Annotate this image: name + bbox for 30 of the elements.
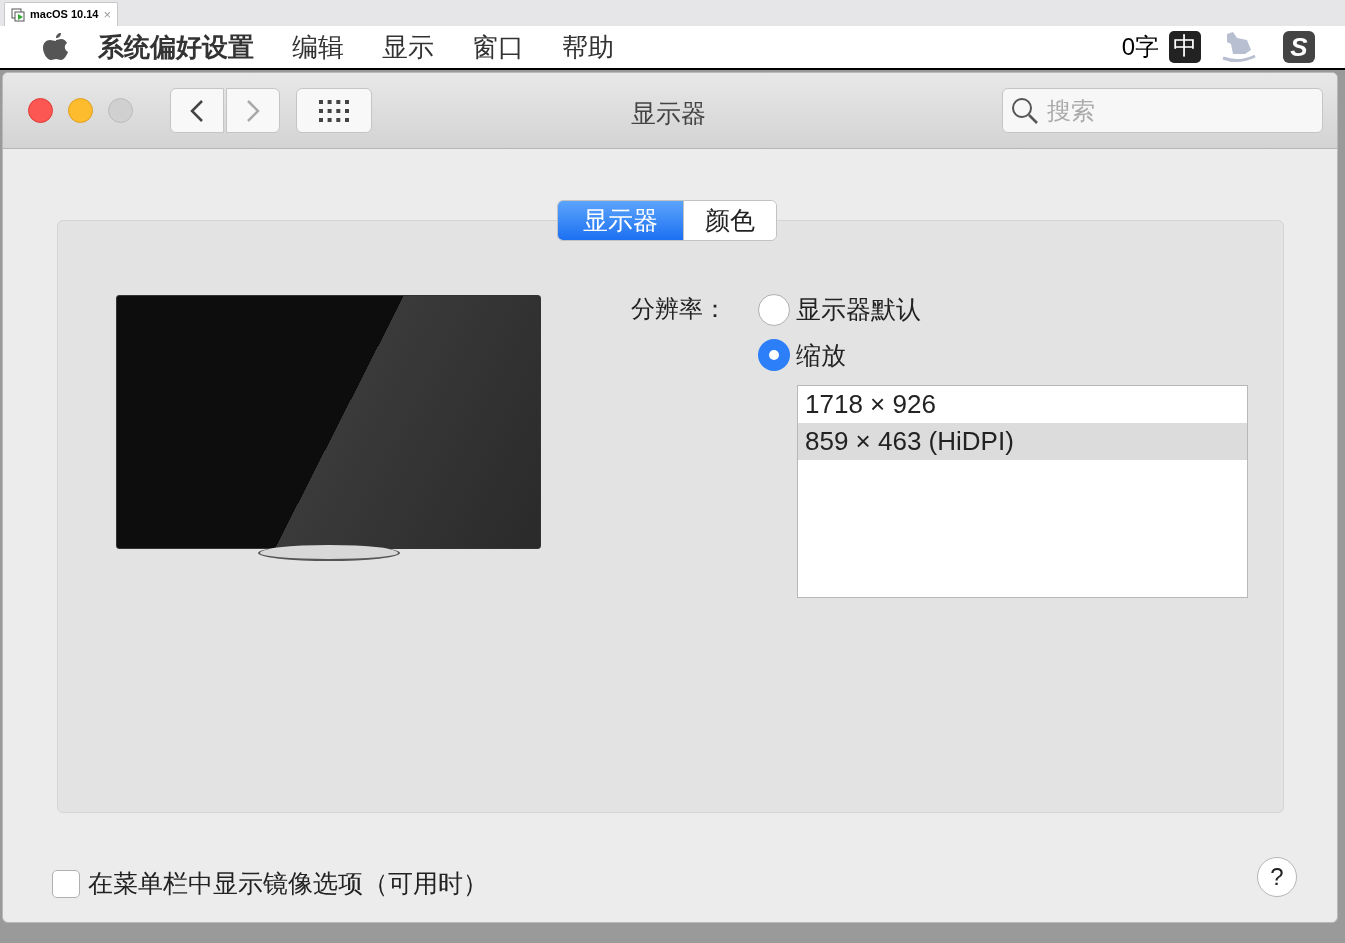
apple-logo-icon[interactable] [42, 31, 70, 63]
menu-item[interactable]: 显示 [382, 27, 434, 67]
back-chevron-icon [190, 98, 204, 123]
zoom-button[interactable] [108, 98, 133, 123]
checkbox[interactable] [52, 869, 80, 898]
search-field[interactable]: 搜索 [1002, 88, 1323, 133]
close-button[interactable] [28, 98, 53, 123]
minimize-button[interactable] [68, 98, 93, 123]
input-method-logo[interactable]: S [1283, 31, 1315, 63]
forward-chevron-icon [246, 98, 260, 123]
tab[interactable]: 颜色 [683, 201, 776, 240]
resolution-label: 分辨率： [631, 294, 727, 324]
menu-item[interactable]: 系统偏好设置 [98, 27, 254, 67]
back-button[interactable] [170, 88, 224, 133]
radio-label: 缩放 [796, 339, 846, 371]
word-count[interactable]: 0字 [1121, 29, 1159, 65]
search-icon [1011, 97, 1039, 125]
help-button[interactable]: ? [1257, 857, 1297, 897]
radio-label: 显示器默认 [796, 294, 921, 325]
window-title: 显示器 [631, 98, 706, 129]
menu-item[interactable]: 窗口 [472, 27, 524, 67]
show-all-button[interactable] [296, 88, 372, 133]
menu-item[interactable]: 帮助 [562, 27, 614, 67]
input-mode-indicator[interactable]: 中 [1169, 31, 1201, 63]
menu-item[interactable]: 编辑 [292, 27, 344, 67]
vm-icon [11, 7, 25, 22]
grid-icon [319, 99, 349, 122]
host-tab-title[interactable]: macOS 10.14 [30, 6, 99, 23]
mirror-option-label: 在菜单栏中显示镜像选项（可用时） [88, 868, 488, 899]
resolution-row[interactable]: 859 × 463 (HiDPI) [798, 423, 1247, 460]
